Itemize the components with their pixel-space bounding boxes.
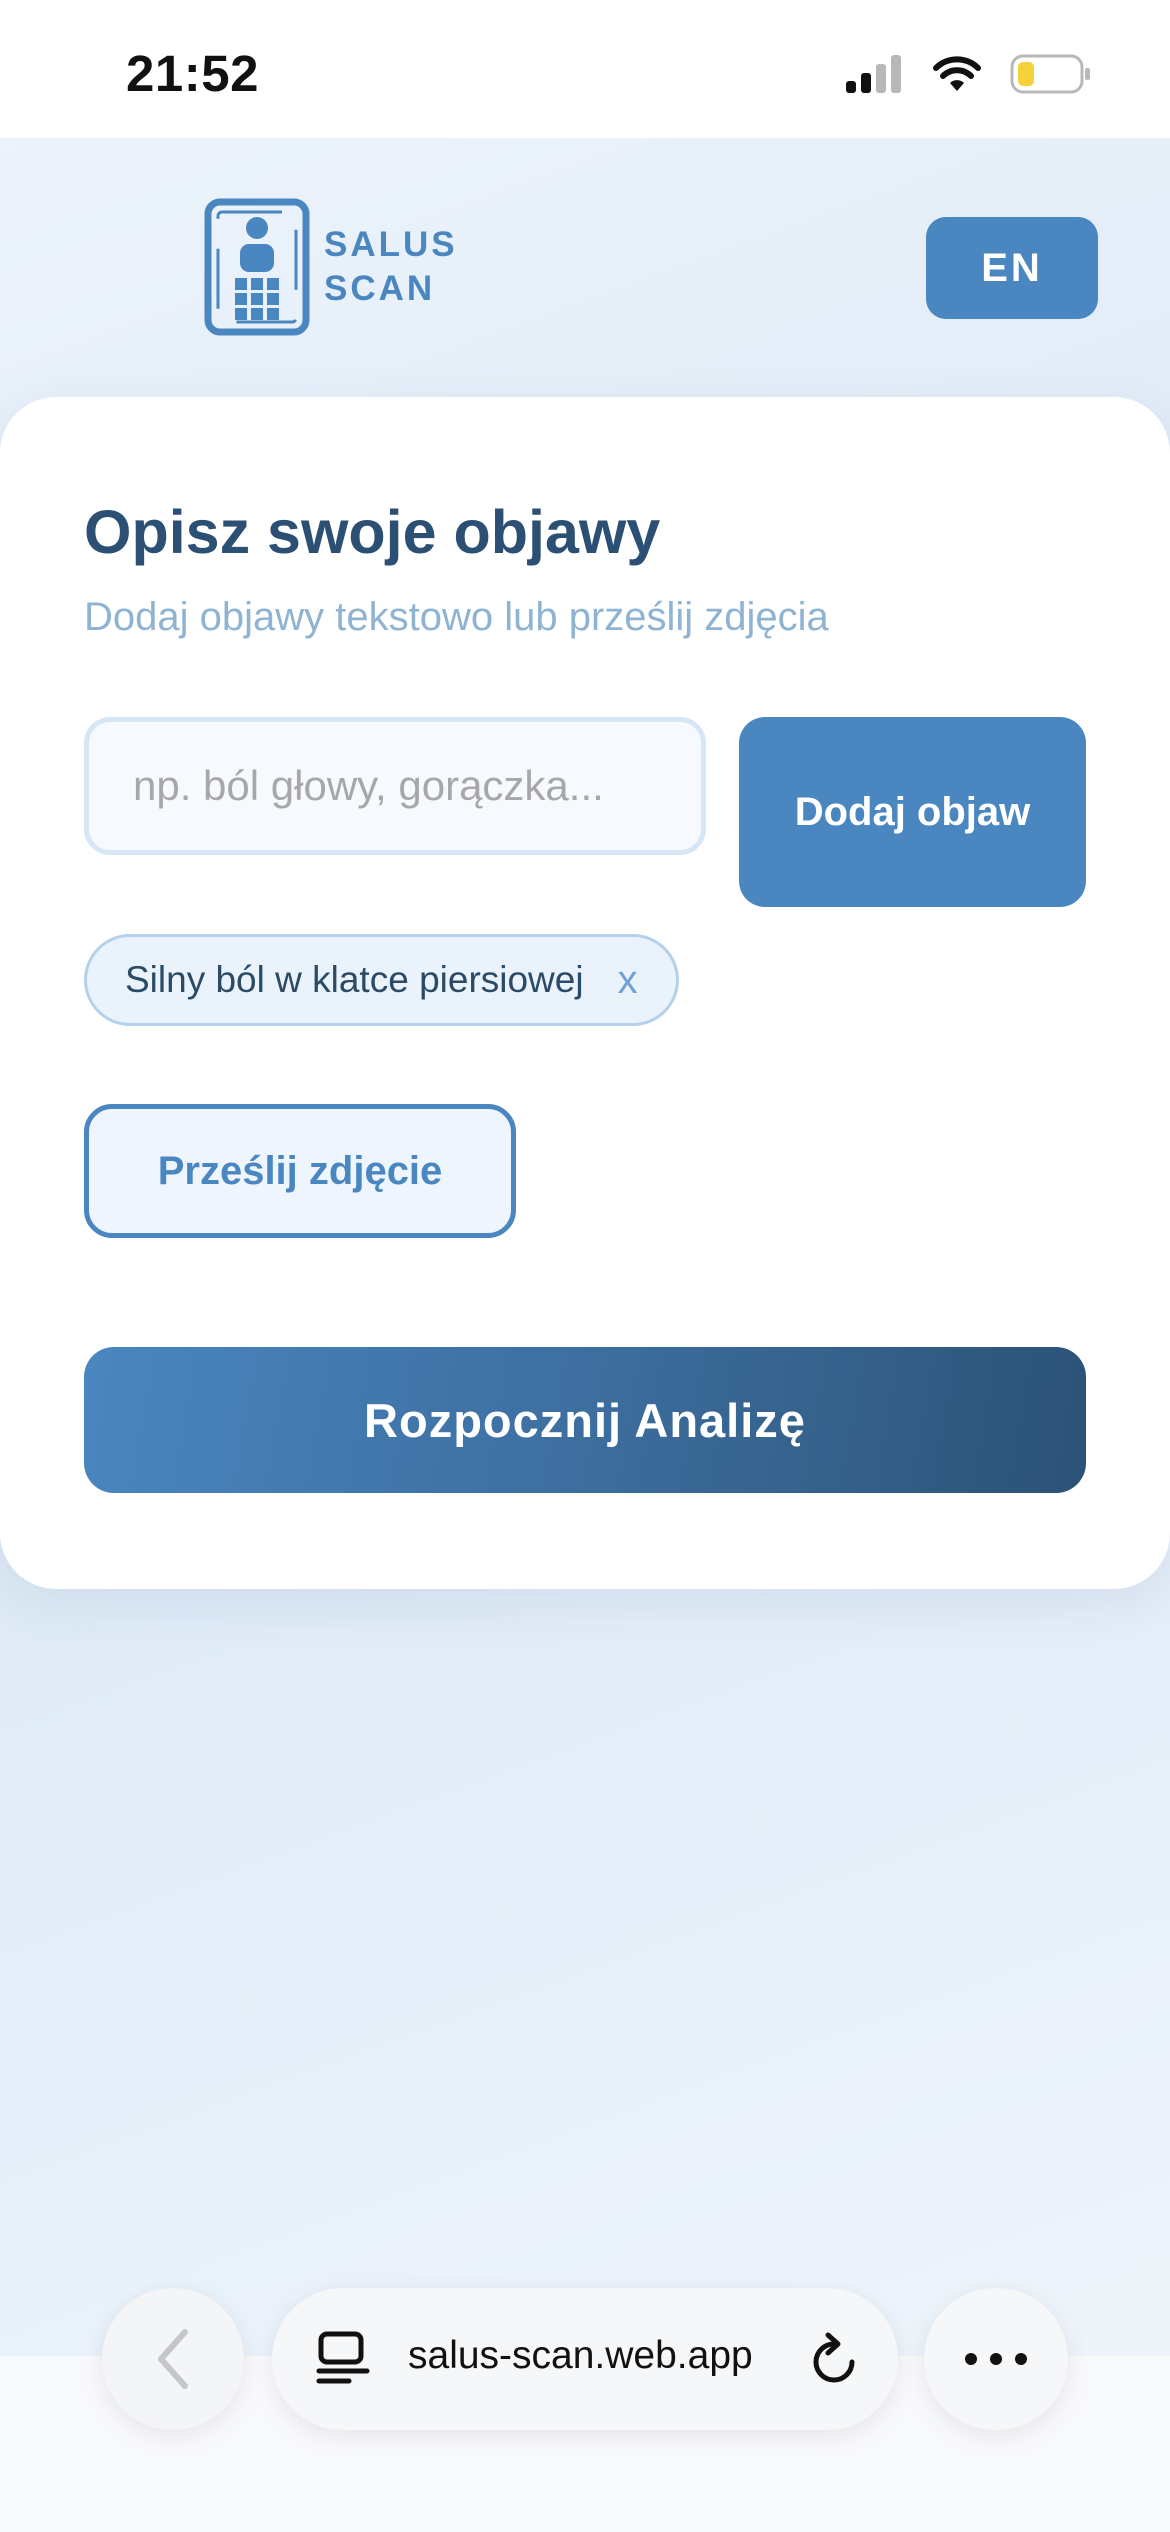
upload-photo-button[interactable]: Prześlij zdjęcie bbox=[84, 1104, 516, 1238]
symptoms-card: Opisz swoje objawy Dodaj objawy tekstowo… bbox=[0, 397, 1170, 1589]
browser-back-button[interactable] bbox=[102, 2288, 244, 2430]
reload-icon[interactable] bbox=[808, 2330, 864, 2390]
symptom-input[interactable] bbox=[84, 717, 706, 855]
symptom-tag: Silny ból w klatce piersiowej x bbox=[84, 934, 679, 1026]
language-toggle-button[interactable]: EN bbox=[926, 217, 1098, 319]
logo-line-2: SCAN bbox=[324, 269, 436, 308]
chevron-left-icon bbox=[158, 2329, 188, 2389]
more-options-button[interactable] bbox=[924, 2288, 1068, 2430]
page-subtitle: Dodaj objawy tekstowo lub prześlij zdjęc… bbox=[84, 595, 829, 639]
wifi-icon bbox=[933, 56, 981, 91]
person-scan-logo-icon bbox=[204, 198, 310, 336]
remove-symptom-icon[interactable]: x bbox=[618, 960, 638, 1000]
app-logo[interactable]: SALUS SCAN bbox=[204, 198, 458, 336]
logo-text: SALUS SCAN bbox=[324, 223, 458, 311]
add-symptom-button[interactable]: Dodaj objaw bbox=[739, 717, 1086, 907]
battery-icon bbox=[1010, 54, 1090, 94]
start-analysis-button[interactable]: Rozpocznij Analizę bbox=[84, 1347, 1086, 1493]
status-time: 21:52 bbox=[126, 45, 259, 102]
symptom-tag-label: Silny ból w klatce piersiowej bbox=[125, 959, 584, 1000]
signal-icon bbox=[846, 55, 901, 93]
more-dots-icon bbox=[965, 2353, 1027, 2365]
status-icons bbox=[846, 54, 1092, 94]
address-bar[interactable]: salus-scan.web.app bbox=[272, 2288, 898, 2430]
url-text: salus-scan.web.app bbox=[408, 2334, 753, 2377]
tabs-icon bbox=[316, 2331, 370, 2384]
logo-line-1: SALUS bbox=[324, 225, 458, 265]
status-bar: 21:52 bbox=[0, 0, 1170, 138]
page-title: Opisz swoje objawy bbox=[84, 498, 661, 566]
